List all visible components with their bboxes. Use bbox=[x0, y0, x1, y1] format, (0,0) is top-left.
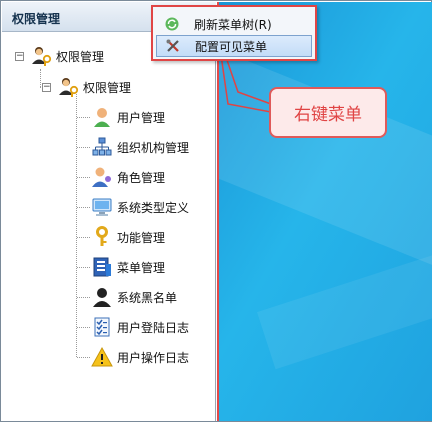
tree-node-root[interactable]: − 权限管理 bbox=[15, 44, 104, 68]
context-menu: 刷新菜单树(R) 配置可见菜单 bbox=[151, 5, 317, 61]
tree-item-org-management[interactable]: 组织机构管理 bbox=[91, 135, 189, 159]
menu-item-label: 配置可见菜单 bbox=[195, 39, 268, 54]
permission-tree-panel: 权限管理 − 权限管理 − 权限管理 用户管理 组织机构管理 角色管理 系统类型… bbox=[2, 2, 216, 421]
role-icon bbox=[92, 167, 111, 187]
user-icon bbox=[94, 108, 110, 127]
tree-item-menu-management[interactable]: 菜单管理 bbox=[91, 255, 165, 279]
tree-line bbox=[77, 117, 90, 118]
desktop-area bbox=[217, 2, 432, 421]
tree-line bbox=[40, 69, 41, 87]
tree-item-label: 用户登陆日志 bbox=[117, 320, 190, 335]
tools-icon bbox=[166, 39, 179, 52]
tree-line bbox=[77, 177, 90, 178]
key-icon bbox=[96, 226, 108, 246]
annotation-text: 右键菜单 bbox=[294, 105, 362, 125]
menu-item-label: 刷新菜单树(R) bbox=[194, 17, 272, 32]
tree-line bbox=[76, 91, 77, 357]
tree-item-login-log[interactable]: 用户登陆日志 bbox=[91, 315, 189, 339]
tree-item-label: 角色管理 bbox=[117, 170, 166, 185]
tree-line bbox=[77, 357, 90, 358]
tree-line bbox=[77, 297, 90, 298]
computer-icon bbox=[92, 198, 112, 216]
tree-item-system-type[interactable]: 系统类型定义 bbox=[91, 195, 189, 219]
menu-icon bbox=[93, 257, 111, 277]
menu-item-refresh-tree[interactable]: 刷新菜单树(R) bbox=[156, 13, 312, 35]
annotation-callout: 右键菜单 bbox=[269, 87, 387, 138]
splitter-line[interactable] bbox=[217, 2, 219, 421]
tree-item-label: 用户管理 bbox=[117, 110, 166, 125]
users-key-icon bbox=[59, 78, 79, 97]
org-chart-icon bbox=[92, 137, 112, 156]
tree-item-label: 组织机构管理 bbox=[117, 140, 190, 155]
tree-line bbox=[77, 147, 90, 148]
tree-node-group[interactable]: − 权限管理 bbox=[40, 75, 132, 99]
tree-item-user-management[interactable]: 用户管理 bbox=[91, 105, 165, 129]
tree-item-label: 系统黑名单 bbox=[117, 290, 178, 305]
tree-item-blacklist[interactable]: 系统黑名单 bbox=[91, 285, 177, 309]
permission-tree: − 权限管理 − 权限管理 用户管理 组织机构管理 角色管理 系统类型定义 功能… bbox=[2, 33, 215, 421]
checklist-icon bbox=[94, 317, 110, 337]
tree-item-role-management[interactable]: 角色管理 bbox=[91, 165, 165, 189]
tree-item-function-management[interactable]: 功能管理 bbox=[91, 225, 165, 249]
tree-item-label: 菜单管理 bbox=[117, 260, 166, 275]
users-key-icon bbox=[32, 47, 52, 66]
warning-icon bbox=[91, 346, 113, 367]
tree-item-label: 用户操作日志 bbox=[117, 350, 190, 365]
menu-item-configure-visible-menu[interactable]: 配置可见菜单 bbox=[156, 35, 312, 57]
tree-line bbox=[77, 267, 90, 268]
tree-item-label: 系统类型定义 bbox=[117, 200, 190, 215]
black-user-icon bbox=[93, 288, 111, 307]
tree-line bbox=[77, 327, 90, 328]
window-frame: 权限管理 − 权限管理 − 权限管理 用户管理 组织机构管理 角色管理 系统类型… bbox=[0, 0, 432, 422]
tree-line bbox=[77, 207, 90, 208]
collapse-toggle[interactable]: − bbox=[42, 82, 51, 92]
collapse-toggle[interactable]: − bbox=[15, 51, 24, 61]
tree-item-label: 功能管理 bbox=[117, 230, 166, 245]
refresh-icon bbox=[165, 17, 179, 31]
tree-node-label: 权限管理 bbox=[56, 49, 105, 64]
tree-line bbox=[77, 237, 90, 238]
tree-node-label: 权限管理 bbox=[83, 80, 132, 95]
tree-item-operation-log[interactable]: 用户操作日志 bbox=[91, 345, 189, 369]
